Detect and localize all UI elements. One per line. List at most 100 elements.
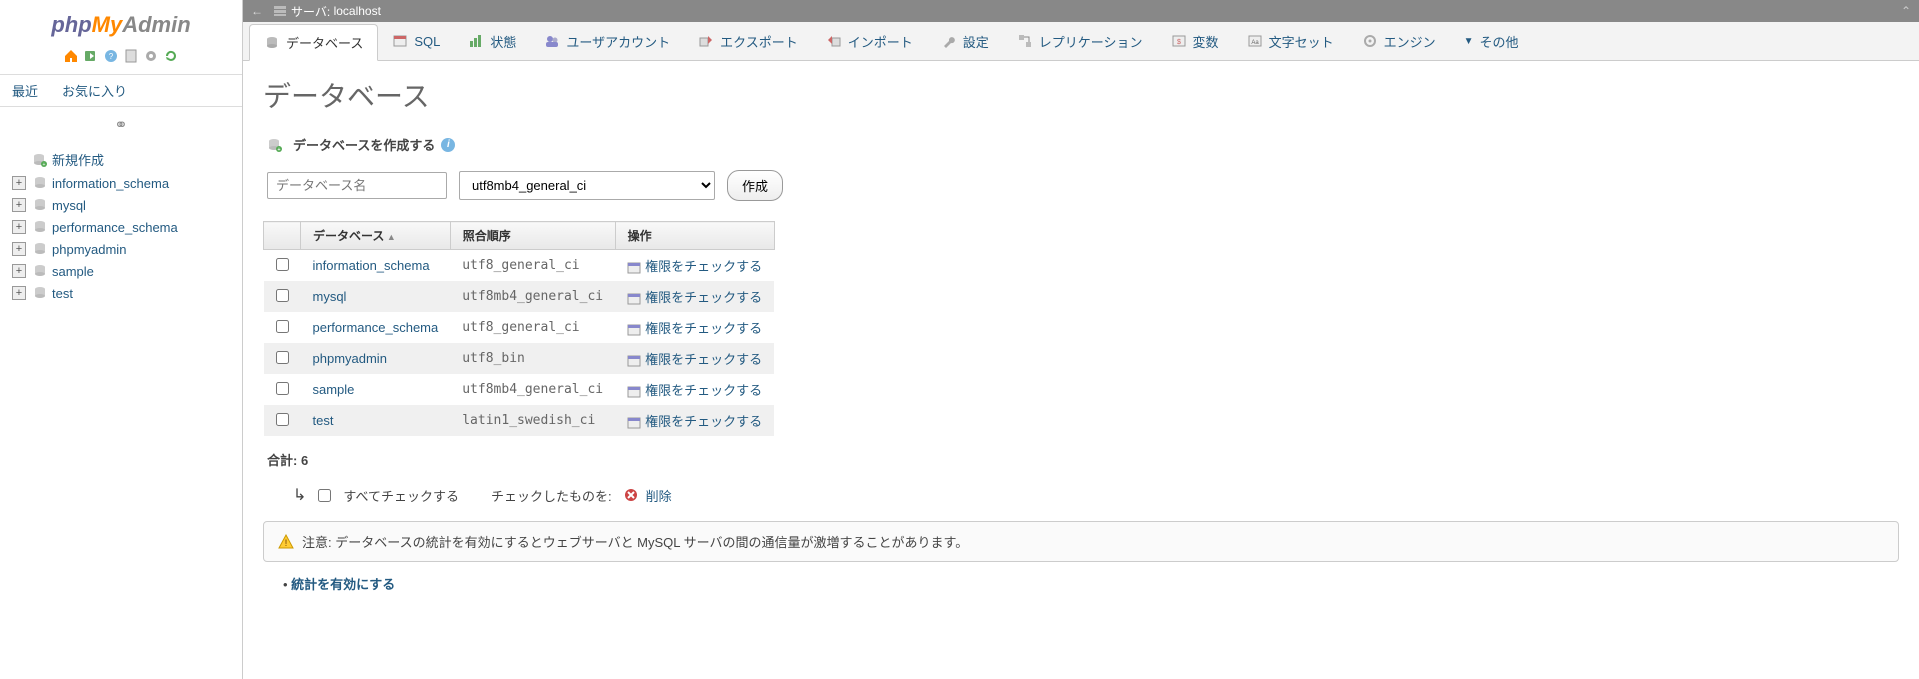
tab-variables[interactable]: $ 変数: [1157, 22, 1233, 60]
db-link[interactable]: test: [313, 413, 334, 428]
tree-db-item[interactable]: + sample: [12, 260, 234, 282]
tab-settings[interactable]: 設定: [927, 22, 1003, 60]
back-arrow-icon[interactable]: ←: [251, 4, 263, 18]
wrench-icon: [941, 33, 957, 49]
tree-new[interactable]: + 新規作成: [12, 147, 234, 172]
check-all-checkbox[interactable]: [318, 489, 331, 502]
reload-icon[interactable]: [163, 48, 179, 64]
svg-text:Aa: Aa: [1251, 40, 1259, 46]
stats-link-row: 統計を有効にする: [283, 574, 1899, 593]
privileges-icon: [627, 323, 641, 337]
page-title: データベース: [263, 75, 1899, 115]
row-checkbox[interactable]: [276, 382, 289, 395]
check-privileges-link[interactable]: 権限をチェックする: [645, 352, 762, 367]
sql-icon[interactable]: [123, 48, 139, 64]
svg-text:?: ?: [109, 52, 114, 61]
tree-db-item[interactable]: + mysql: [12, 194, 234, 216]
total-label: 合計:: [267, 453, 297, 468]
database-icon: [32, 241, 48, 257]
tab-label: 文字セット: [1269, 32, 1334, 51]
enable-stats-link[interactable]: 統計を有効にする: [291, 577, 395, 592]
db-link[interactable]: performance_schema: [313, 320, 439, 335]
delete-label: 削除: [646, 486, 672, 505]
replication-icon: [1017, 33, 1033, 49]
col-collation[interactable]: 照合順序: [450, 222, 615, 250]
tab-databases[interactable]: データベース: [249, 24, 378, 61]
tree-db-label: sample: [52, 264, 94, 279]
svg-text:$: $: [1177, 39, 1181, 46]
docs-icon[interactable]: ?: [103, 48, 119, 64]
table-row: test latin1_swedish_ci 権限をチェックする: [264, 405, 775, 436]
check-privileges-link[interactable]: 権限をチェックする: [645, 259, 762, 274]
check-privileges-link[interactable]: 権限をチェックする: [645, 383, 762, 398]
table-row: mysql utf8mb4_general_ci 権限をチェックする: [264, 281, 775, 312]
export-icon: [698, 33, 714, 49]
collapse-icon[interactable]: ⌃: [1901, 4, 1911, 18]
check-all-label[interactable]: すべてチェックする: [343, 486, 459, 505]
sidebar-toolbar: ?: [0, 44, 242, 74]
expand-icon[interactable]: +: [12, 220, 26, 234]
tab-more[interactable]: ▼ その他: [1450, 22, 1533, 60]
row-checkbox[interactable]: [276, 351, 289, 364]
logo-my: My: [92, 12, 123, 37]
expand-icon[interactable]: +: [12, 176, 26, 190]
notice-box: ! 注意: データベースの統計を有効にするとウェブサーバと MySQL サーバの…: [263, 521, 1899, 562]
help-icon[interactable]: i: [441, 138, 455, 152]
privileges-icon: [627, 261, 641, 275]
sidebar-nav-tabs: 最近 お気に入り: [0, 74, 242, 107]
db-link[interactable]: information_schema: [313, 258, 430, 273]
tab-status[interactable]: 状態: [454, 22, 530, 60]
tree-db-label: performance_schema: [52, 220, 178, 235]
recent-tab[interactable]: 最近: [0, 75, 50, 106]
link-icon[interactable]: ⚭: [0, 107, 242, 143]
tree-db-item[interactable]: + test: [12, 282, 234, 304]
server-name[interactable]: localhost: [334, 4, 381, 18]
tab-engines[interactable]: エンジン: [1348, 22, 1450, 60]
expand-icon[interactable]: +: [12, 198, 26, 212]
favorites-tab[interactable]: お気に入り: [50, 75, 139, 106]
svg-text:+: +: [43, 162, 46, 168]
check-privileges-link[interactable]: 権限をチェックする: [645, 414, 762, 429]
tab-charset[interactable]: Aa 文字セット: [1233, 22, 1348, 60]
expand-icon[interactable]: +: [12, 264, 26, 278]
home-icon[interactable]: [63, 48, 79, 64]
expand-icon[interactable]: +: [12, 242, 26, 256]
db-tree: + 新規作成 + information_schema + mysql + pe…: [0, 143, 242, 308]
tree-db-item[interactable]: + phpmyadmin: [12, 238, 234, 260]
logo[interactable]: phpMyAdmin: [0, 8, 242, 44]
tree-db-item[interactable]: + information_schema: [12, 172, 234, 194]
delete-link[interactable]: 削除: [624, 486, 672, 505]
check-privileges-link[interactable]: 権限をチェックする: [645, 321, 762, 336]
row-checkbox[interactable]: [276, 413, 289, 426]
collation-select[interactable]: utf8mb4_general_ci: [459, 171, 715, 200]
db-link[interactable]: mysql: [313, 289, 347, 304]
tab-export[interactable]: エクスポート: [684, 22, 812, 60]
status-icon: [468, 33, 484, 49]
row-checkbox[interactable]: [276, 258, 289, 271]
db-link[interactable]: phpmyadmin: [313, 351, 387, 366]
database-icon: [264, 35, 280, 51]
row-checkbox[interactable]: [276, 320, 289, 333]
tree-db-item[interactable]: + performance_schema: [12, 216, 234, 238]
settings-gear-icon[interactable]: [143, 48, 159, 64]
engine-icon: [1362, 33, 1378, 49]
row-checkbox[interactable]: [276, 289, 289, 302]
database-table: データベース 照合順序 操作 information_schema utf8_g…: [263, 221, 775, 436]
db-link[interactable]: sample: [313, 382, 355, 397]
tab-label: エクスポート: [720, 32, 798, 51]
tab-sql[interactable]: SQL: [378, 22, 454, 60]
create-button[interactable]: 作成: [727, 170, 783, 201]
check-privileges-link[interactable]: 権限をチェックする: [645, 290, 762, 305]
tab-label: エンジン: [1384, 32, 1436, 51]
db-name-input[interactable]: [267, 172, 447, 199]
tab-label: 変数: [1193, 32, 1219, 51]
main: ← サーバ: localhost ⌃ データベース SQL 状態 ユーザアカウン…: [243, 0, 1919, 679]
tab-replication[interactable]: レプリケーション: [1003, 22, 1157, 60]
server-label: サーバ:: [291, 3, 330, 20]
privileges-icon: [627, 354, 641, 368]
tab-import[interactable]: インポート: [812, 22, 927, 60]
logout-icon[interactable]: [83, 48, 99, 64]
col-database[interactable]: データベース: [301, 222, 451, 250]
tab-users[interactable]: ユーザアカウント: [530, 22, 684, 60]
expand-icon[interactable]: +: [12, 286, 26, 300]
